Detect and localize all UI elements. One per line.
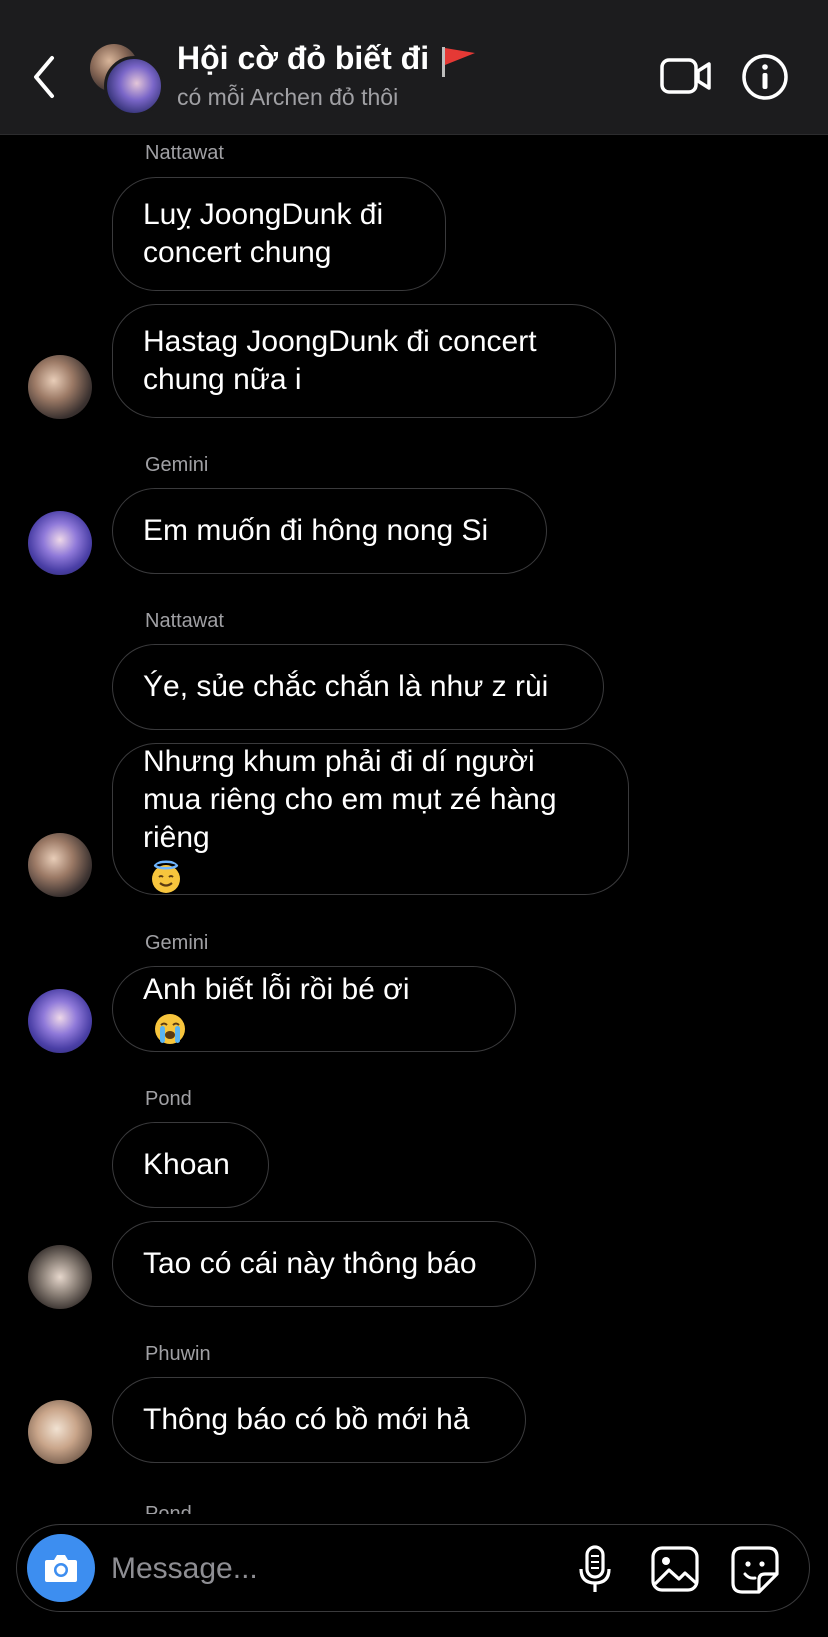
message-line: Ýe, sủe chắc chắn là như z rùi [143, 670, 549, 703]
message-line: chung nữa i [143, 363, 302, 396]
microphone-icon[interactable] [577, 1545, 613, 1595]
message-bubble[interactable]: Luỵ JoongDunk đi concert chung [112, 177, 446, 291]
sender-name-cut-off: Pond [145, 1503, 192, 1514]
message-bubble[interactable]: Anh biết lỗi rồi bé ơi [112, 966, 516, 1052]
message-line: Khoan [143, 1148, 230, 1181]
message-line: Hastag JoongDunk đi concert [143, 325, 537, 358]
sticker-icon[interactable] [731, 1546, 779, 1594]
avatar-gemini[interactable] [28, 989, 92, 1053]
message-line: Anh biết lỗi rồi bé ơi [143, 971, 409, 1047]
message-bubble[interactable]: Ýe, sủe chắc chắn là như z rùi [112, 644, 604, 730]
message-text: Anh biết lỗi rồi bé ơi [143, 973, 410, 1006]
loudly-crying-face-emoji [155, 1014, 185, 1045]
group-avatar-front [104, 56, 164, 116]
back-chevron-icon[interactable] [28, 52, 62, 102]
avatar-pond[interactable] [28, 1245, 92, 1309]
video-camera-icon[interactable] [660, 56, 712, 96]
info-icon[interactable] [741, 53, 789, 101]
chat-header: Hội cờ đỏ biết đi có mỗi Archen đỏ thôi [0, 0, 828, 135]
group-title-text: Hội cờ đỏ biết đi [177, 40, 430, 76]
group-title[interactable]: Hội cờ đỏ biết đi [177, 40, 477, 77]
sender-name: Phuwin [145, 1343, 211, 1365]
sender-name: Gemini [145, 932, 209, 954]
group-avatar[interactable] [90, 44, 164, 116]
camera-button[interactable] [27, 1534, 95, 1602]
sender-name: Pond [145, 1088, 192, 1110]
message-text: riêng [143, 821, 210, 854]
avatar-gemini[interactable] [28, 511, 92, 575]
smiling-face-with-halo-emoji [152, 860, 180, 894]
message-line: Thông báo có bồ mới hả [143, 1403, 470, 1436]
avatar-phuwin[interactable] [28, 1400, 92, 1464]
message-line: Em muốn đi hông nong Si [143, 514, 489, 547]
avatar-nattawat[interactable] [28, 355, 92, 419]
camera-icon [45, 1555, 77, 1582]
message-line: riêng [143, 819, 557, 895]
message-line: Nhưng khum phải đi dí người [143, 745, 535, 778]
message-bubble[interactable]: Thông báo có bồ mới hả [112, 1377, 526, 1463]
message-line: mua riêng cho em mụt zé hàng [143, 783, 557, 816]
sender-name: Gemini [145, 454, 209, 476]
message-composer [16, 1524, 810, 1612]
red-flag-icon [442, 46, 476, 77]
message-bubble[interactable]: Nhưng khum phải đi dí người mua riêng ch… [112, 743, 629, 895]
message-input[interactable] [109, 1543, 533, 1595]
message-line: concert chung [143, 236, 332, 269]
message-list[interactable]: Nattawat Luỵ JoongDunk đi concert chung … [0, 134, 828, 1514]
image-icon[interactable] [651, 1546, 699, 1592]
message-bubble[interactable]: Hastag JoongDunk đi concert chung nữa i [112, 304, 616, 418]
message-line: Tao có cái này thông báo [143, 1247, 477, 1280]
sender-name: Nattawat [145, 610, 224, 632]
avatar-nattawat[interactable] [28, 833, 92, 897]
sender-name: Nattawat [145, 142, 224, 164]
message-bubble[interactable]: Em muốn đi hông nong Si [112, 488, 547, 574]
message-bubble[interactable]: Tao có cái này thông báo [112, 1221, 536, 1307]
group-subtitle: có mỗi Archen đỏ thôi [177, 84, 399, 110]
message-bubble[interactable]: Khoan [112, 1122, 269, 1208]
message-line: Luỵ JoongDunk đi [143, 198, 384, 231]
